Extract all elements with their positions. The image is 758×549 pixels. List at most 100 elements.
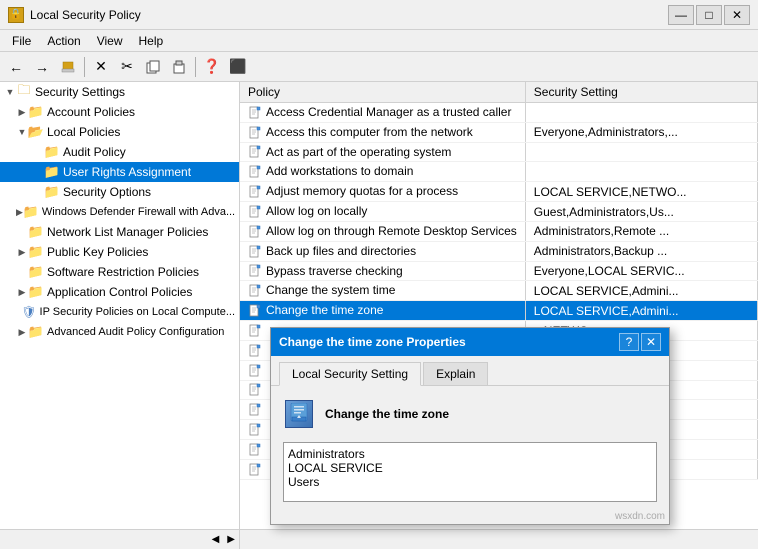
table-row[interactable]: Adjust memory quotas for a processLOCAL … (240, 182, 758, 202)
setting-cell: Administrators,Remote ... (525, 221, 757, 241)
table-row[interactable]: Change the time zoneLOCAL SERVICE,Admini… (240, 301, 758, 321)
tree-arrow: ▼ (16, 127, 28, 137)
setting-cell (525, 162, 757, 182)
dialog-close-button[interactable]: ✕ (641, 333, 661, 351)
tree-item-network-list[interactable]: 📁 Network List Manager Policies (0, 222, 239, 242)
folder-icon: 📁 (44, 144, 60, 160)
title-bar: 🔒 Local Security Policy — □ ✕ (0, 0, 758, 30)
tree-label: Windows Defender Firewall with Adva... (42, 206, 235, 218)
folder-icon: 📁 (28, 264, 44, 280)
folder-icon: 📁 (28, 324, 44, 340)
table-row[interactable]: Access this computer from the networkEve… (240, 122, 758, 142)
dialog-title-bar: Change the time zone Properties ? ✕ (271, 328, 669, 356)
menu-help[interactable]: Help (131, 32, 172, 50)
policy-row-icon (248, 185, 262, 199)
forward-button[interactable]: → (30, 55, 54, 79)
folder-icon: 📁 (28, 284, 44, 300)
folder-icon: 🗀 (16, 84, 32, 100)
policy-row-icon (248, 423, 262, 437)
shield-icon: 🛡 (21, 304, 36, 320)
dialog-policy-name: Change the time zone (325, 407, 449, 421)
tree-item-software-restriction[interactable]: 📁 Software Restriction Policies (0, 262, 239, 282)
table-row[interactable]: Back up files and directoriesAdministrat… (240, 241, 758, 261)
tree-label: Security Settings (35, 85, 125, 99)
table-row[interactable]: Change the system timeLOCAL SERVICE,Admi… (240, 281, 758, 301)
member-item: LOCAL SERVICE (288, 461, 652, 475)
tree-label: Security Options (63, 185, 151, 199)
dialog-help-button[interactable]: ? (619, 333, 639, 351)
minimize-button[interactable]: — (668, 5, 694, 25)
toolbar-sep-2 (195, 57, 196, 77)
policy-icon (283, 398, 315, 430)
tree-label: IP Security Policies on Local Compute... (40, 306, 235, 318)
up-button[interactable] (56, 55, 80, 79)
scroll-right-arrow[interactable]: ▶ (223, 534, 239, 545)
scroll-left-arrow[interactable]: ◀ (208, 534, 224, 545)
tree-item-ip-security[interactable]: 🛡 IP Security Policies on Local Compute.… (0, 302, 239, 322)
back-button[interactable]: ← (4, 55, 28, 79)
tab-explain[interactable]: Explain (423, 362, 488, 385)
policy-row-icon (248, 443, 262, 457)
policy-members-box[interactable]: AdministratorsLOCAL SERVICEUsers (283, 442, 657, 502)
policy-row-icon (248, 403, 262, 417)
menu-action[interactable]: Action (39, 32, 88, 50)
table-row[interactable]: Allow log on locallyGuest,Administrators… (240, 202, 758, 222)
dialog-tabs: Local Security Setting Explain (271, 356, 669, 386)
tree-item-user-rights[interactable]: 📁 User Rights Assignment (0, 162, 239, 182)
tree-item-security-options[interactable]: 📁 Security Options (0, 182, 239, 202)
tree-item-account-policies[interactable]: ▶ 📁 Account Policies (0, 102, 239, 122)
policy-cell: Access this computer from the network (240, 122, 525, 142)
tree-label: Local Policies (47, 125, 120, 139)
tree-arrow: ▼ (4, 87, 16, 97)
tree-label: Network List Manager Policies (47, 225, 208, 239)
help-button[interactable]: ❓ (200, 55, 224, 79)
tree-view: ▼ 🗀 Security Settings ▶ 📁 Account Polici… (0, 82, 239, 529)
dialog-controls: ? ✕ (619, 333, 661, 351)
tree-item-security-settings[interactable]: ▼ 🗀 Security Settings (0, 82, 239, 102)
policy-row-icon (248, 126, 262, 140)
tree-item-firewall[interactable]: ▶ 📁 Windows Defender Firewall with Adva.… (0, 202, 239, 222)
paste-button[interactable] (167, 55, 191, 79)
policy-cell: Adjust memory quotas for a process (240, 182, 525, 202)
properties-button[interactable]: ⬛ (226, 55, 250, 79)
tab-local-security-setting[interactable]: Local Security Setting (279, 362, 421, 386)
policy-row-icon (248, 304, 262, 318)
tree-item-advanced-audit[interactable]: ▶ 📁 Advanced Audit Policy Configuration (0, 322, 239, 342)
policy-cell: Back up files and directories (240, 241, 525, 261)
policy-row-icon (248, 145, 262, 159)
policy-row-icon (248, 383, 262, 397)
menu-file[interactable]: File (4, 32, 39, 50)
setting-cell: Administrators,Backup ... (525, 241, 757, 261)
copy-button[interactable] (141, 55, 165, 79)
tree-arrow: ▶ (16, 327, 28, 338)
tree-item-local-policies[interactable]: ▼ 📂 Local Policies (0, 122, 239, 142)
policy-row-icon (248, 225, 262, 239)
close-button[interactable]: ✕ (724, 5, 750, 25)
policy-cell: Change the system time (240, 281, 525, 301)
table-row[interactable]: Access Credential Manager as a trusted c… (240, 103, 758, 123)
delete-button[interactable]: ✕ (89, 55, 113, 79)
policy-cell: Change the time zone (240, 301, 525, 321)
table-row[interactable]: Act as part of the operating system (240, 142, 758, 162)
setting-cell: LOCAL SERVICE,Admini... (525, 281, 757, 301)
menu-view[interactable]: View (89, 32, 131, 50)
cut-button[interactable]: ✂ (115, 55, 139, 79)
tree-arrow: ▶ (16, 287, 28, 298)
bottom-row: ◀ ▶ (0, 529, 758, 549)
col-header-setting: Security Setting (525, 82, 757, 103)
app-title: Local Security Policy (30, 8, 141, 22)
tree-item-public-key[interactable]: ▶ 📁 Public Key Policies (0, 242, 239, 262)
folder-icon: 📁 (28, 244, 44, 260)
table-row[interactable]: Allow log on through Remote Desktop Serv… (240, 221, 758, 241)
setting-cell: Everyone,Administrators,... (525, 122, 757, 142)
policy-row-icon (248, 324, 262, 338)
bottom-right (240, 529, 758, 549)
tree-item-app-control[interactable]: ▶ 📁 Application Control Policies (0, 282, 239, 302)
maximize-button[interactable]: □ (696, 5, 722, 25)
left-panel: ▼ 🗀 Security Settings ▶ 📁 Account Polici… (0, 82, 240, 529)
table-row[interactable]: Bypass traverse checkingEveryone,LOCAL S… (240, 261, 758, 281)
properties-dialog[interactable]: Change the time zone Properties ? ✕ Loca… (270, 327, 670, 525)
tree-item-audit-policy[interactable]: 📁 Audit Policy (0, 142, 239, 162)
table-row[interactable]: Add workstations to domain (240, 162, 758, 182)
policy-cell: Add workstations to domain (240, 162, 525, 182)
